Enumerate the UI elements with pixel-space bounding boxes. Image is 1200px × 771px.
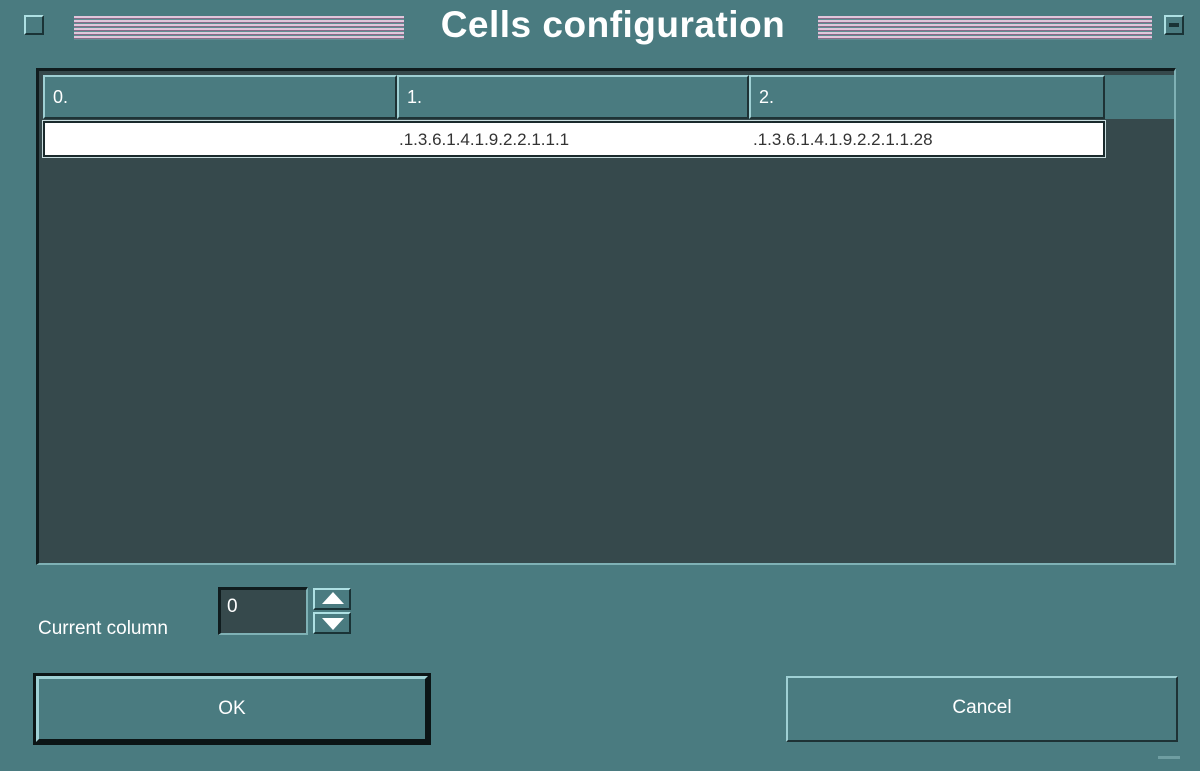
current-column-input[interactable]: 0 <box>218 587 308 635</box>
table-cell-2[interactable]: .1.3.6.1.4.1.9.2.2.1.1.28 <box>753 123 1103 155</box>
resize-grip[interactable] <box>1158 756 1180 759</box>
table-cell-0[interactable] <box>45 123 397 155</box>
table-cell-1[interactable]: .1.3.6.1.4.1.9.2.2.1.1.1 <box>399 123 751 155</box>
title-stripes-left <box>74 16 404 40</box>
cancel-button[interactable]: Cancel <box>786 676 1178 742</box>
window-menu-icon[interactable] <box>24 15 44 35</box>
triangle-down-icon <box>322 618 344 630</box>
window-title: Cells configuration <box>440 4 786 45</box>
spin-down-button[interactable] <box>313 612 351 634</box>
triangle-up-icon <box>322 592 344 604</box>
column-header-1[interactable]: 1. <box>397 75 749 119</box>
spin-up-button[interactable] <box>313 588 351 610</box>
table-row[interactable]: .1.3.6.1.4.1.9.2.2.1.1.1 .1.3.6.1.4.1.9.… <box>42 120 1106 158</box>
column-header-2[interactable]: 2. <box>749 75 1105 119</box>
cells-table[interactable]: 0. 1. 2. .1.3.6.1.4.1.9.2.2.1.1.1 .1.3.6… <box>36 68 1176 565</box>
title-stripes-right <box>818 16 1152 40</box>
column-header-filler <box>1105 75 1174 119</box>
minimize-icon[interactable] <box>1164 15 1184 35</box>
table-header: 0. 1. 2. <box>43 75 1174 119</box>
current-column-label: Current column <box>38 618 168 639</box>
title-bar[interactable]: Cells configuration <box>8 4 1192 46</box>
ok-button[interactable]: OK <box>33 673 431 745</box>
column-header-0[interactable]: 0. <box>43 75 397 119</box>
